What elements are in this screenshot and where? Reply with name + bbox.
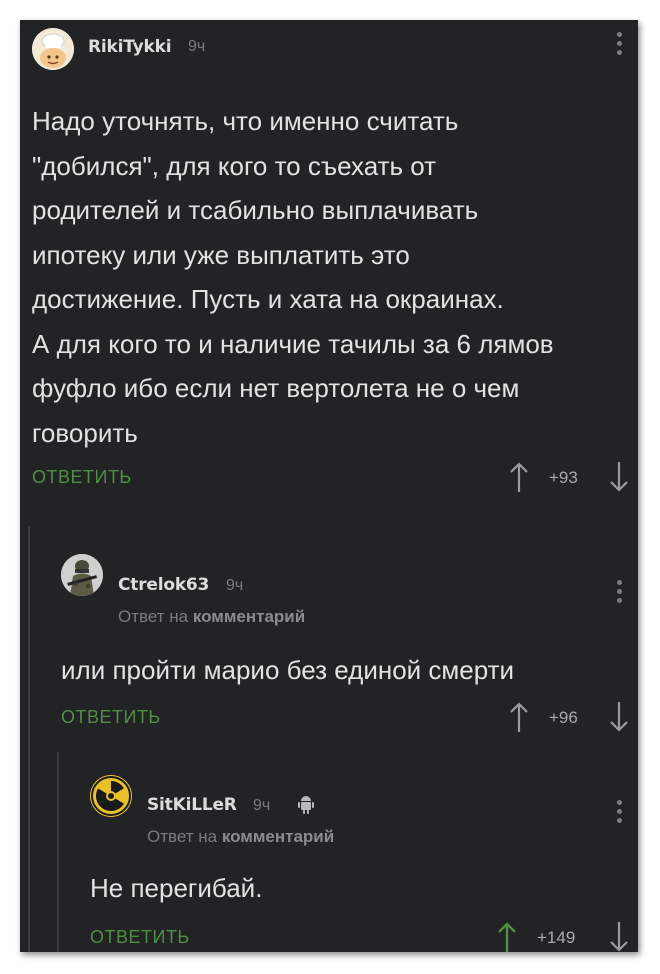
- user-avatar[interactable]: [61, 554, 103, 596]
- vote-controls: +149: [495, 920, 635, 952]
- more-options-icon[interactable]: [617, 580, 623, 607]
- comment-3: SitKiLLeR 9ч Ответ на комментарий Не пер…: [20, 760, 638, 952]
- text-line: или пройти марио без единой смерти: [61, 655, 515, 685]
- text-line: Не перегибай.: [90, 873, 263, 903]
- text-line: "добился", для кого то съехать от: [32, 150, 437, 181]
- username[interactable]: RikiTykki: [88, 37, 172, 57]
- text-line: фуфло ибо если нет вертолета не о чем: [32, 373, 520, 403]
- comment-1: RikiTykki 9ч Надо уточнять, что именно с…: [20, 20, 638, 520]
- user-avatar[interactable]: [32, 28, 74, 70]
- vote-score: +93: [549, 468, 578, 487]
- chef-avatar-icon: [32, 28, 74, 70]
- reply-to-label: Ответ на комментарий: [147, 827, 334, 847]
- upvote-arrow-icon[interactable]: [497, 920, 517, 952]
- vote-score: +149: [537, 928, 576, 947]
- vote-controls: +96: [505, 700, 635, 734]
- text-line: ипотеку или уже выплатить это: [32, 239, 410, 270]
- reply-button[interactable]: ОТВЕТИТЬ: [32, 467, 132, 488]
- timestamp: 9ч: [253, 797, 271, 814]
- timestamp: 9ч: [226, 577, 244, 594]
- text-line: родителей и тсабильно выплачивать: [32, 195, 479, 225]
- text-line: говорить: [32, 417, 138, 448]
- reply-button[interactable]: ОТВЕТИТЬ: [61, 707, 161, 728]
- soldier-avatar-icon: [61, 554, 103, 596]
- downvote-arrow-icon[interactable]: [609, 700, 629, 734]
- user-avatar[interactable]: [90, 775, 132, 817]
- comment-text: Не перегибай.: [90, 866, 262, 911]
- username[interactable]: Ctrelok63: [118, 575, 209, 595]
- reply-to-prefix: Ответ на: [147, 827, 222, 846]
- reply-to-label: Ответ на комментарий: [118, 607, 305, 627]
- comments-panel: RikiTykki 9ч Надо уточнять, что именно с…: [20, 20, 638, 952]
- comment-text: Надо уточнять, что именно считать "добил…: [32, 99, 554, 455]
- comment-2: Ctrelok63 9ч Ответ на комментарий или пр…: [20, 540, 638, 740]
- vote-controls: +93: [505, 460, 635, 494]
- reply-to-link[interactable]: комментарий: [222, 827, 334, 846]
- vote-score: +96: [549, 708, 578, 727]
- radiation-avatar-icon: [90, 775, 132, 817]
- downvote-arrow-icon[interactable]: [609, 460, 629, 494]
- text-line: А для кого то и наличие тачилы за 6 лямо…: [32, 328, 554, 359]
- text-line: достижение. Пусть и хата на окраинах.: [32, 284, 504, 314]
- comment-text: или пройти марио без единой смерти: [61, 648, 514, 693]
- username[interactable]: SitKiLLeR: [147, 795, 237, 815]
- upvote-arrow-icon[interactable]: [509, 460, 529, 494]
- android-icon: [298, 796, 314, 814]
- reply-button[interactable]: ОТВЕТИТЬ: [90, 927, 190, 948]
- timestamp: 9ч: [188, 38, 206, 55]
- text-line: Надо уточнять, что именно считать: [32, 106, 459, 136]
- reply-to-link[interactable]: комментарий: [193, 607, 305, 626]
- reply-to-prefix: Ответ на: [118, 607, 193, 626]
- upvote-arrow-icon[interactable]: [509, 700, 529, 734]
- more-options-icon[interactable]: [617, 800, 623, 827]
- downvote-arrow-icon[interactable]: [609, 920, 629, 952]
- more-options-icon[interactable]: [617, 32, 623, 59]
